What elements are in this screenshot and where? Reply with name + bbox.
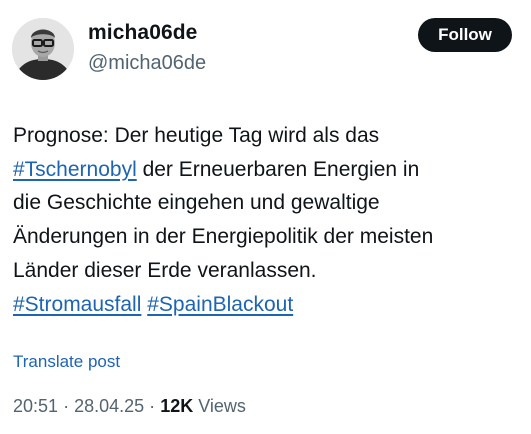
views-count: 12K [160,396,194,416]
post-hashtags-line: #Stromausfall #SpainBlackout [13,288,523,322]
avatar-photo-icon [12,18,74,80]
author-handle[interactable]: @micha06de [88,52,206,75]
post-text-line: Prognose: Der heutige Tag wird als das [13,124,380,147]
post-text-fragment: der Erneuerbaren Energien in [136,157,420,181]
post-date[interactable]: 28.04.25 [74,396,144,416]
post-time[interactable]: 20:51 [13,396,58,416]
post-metadata: 20:51 · 28.04.25 · 12K Views [13,396,246,417]
hashtag-link-stromausfall[interactable]: #Stromausfall [13,293,141,316]
post-text: Prognose: Der heutige Tag wird als das #… [13,119,523,321]
post-text-line: #Tschernobyl der Erneuerbaren Energien i… [13,153,523,187]
translate-post-link[interactable]: Translate post [13,352,120,372]
author-display-name[interactable]: micha06de [88,21,197,45]
follow-button[interactable]: Follow [418,18,512,52]
hashtag-link-tschernobyl[interactable]: #Tschernobyl [13,158,137,181]
post-text-line: Länder dieser Erde veranlassen. [13,258,317,282]
tweet-card: micha06de @micha06de Follow Prognose: De… [0,0,531,434]
post-text-line: die Geschichte eingehen und gewaltige [13,191,380,215]
post-text-line: Änderungen in der Energiepolitik der mei… [13,225,434,249]
avatar[interactable] [12,18,74,80]
hashtag-link-spainblackout[interactable]: #SpainBlackout [147,293,293,316]
meta-separator: · [63,396,70,416]
views-label: Views [198,396,246,416]
meta-separator: · [149,396,156,416]
